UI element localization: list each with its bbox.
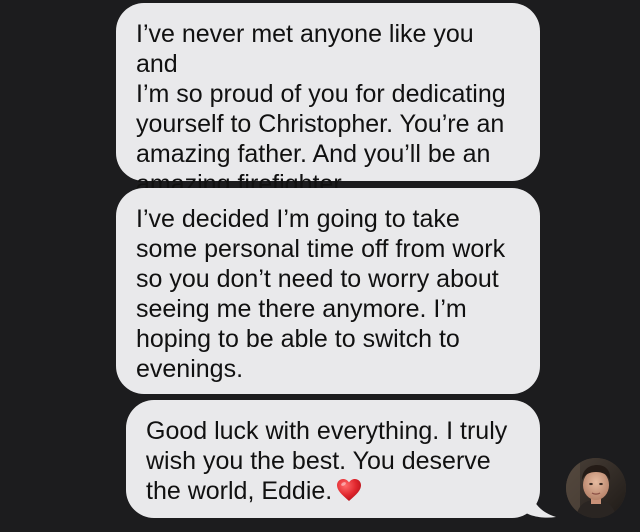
contact-avatar[interactable] [566,458,626,518]
contact-photo-icon [566,458,626,518]
message-bubble[interactable]: I’ve decided I’m going to take some pers… [116,188,540,394]
message-text: I’ve never met anyone like you and I’m s… [136,20,506,198]
heart-emoji-icon [337,479,362,501]
message-text: Good luck with everything. I truly wish … [146,416,522,506]
message-bubble[interactable]: I’ve never met anyone like you and I’m s… [116,3,540,198]
message-bubble[interactable]: Good luck with everything. I truly wish … [126,400,540,518]
message-text-content: Good luck with everything. I truly wish … [146,417,508,505]
message-text: I’ve decided I’m going to take some pers… [136,205,506,383]
